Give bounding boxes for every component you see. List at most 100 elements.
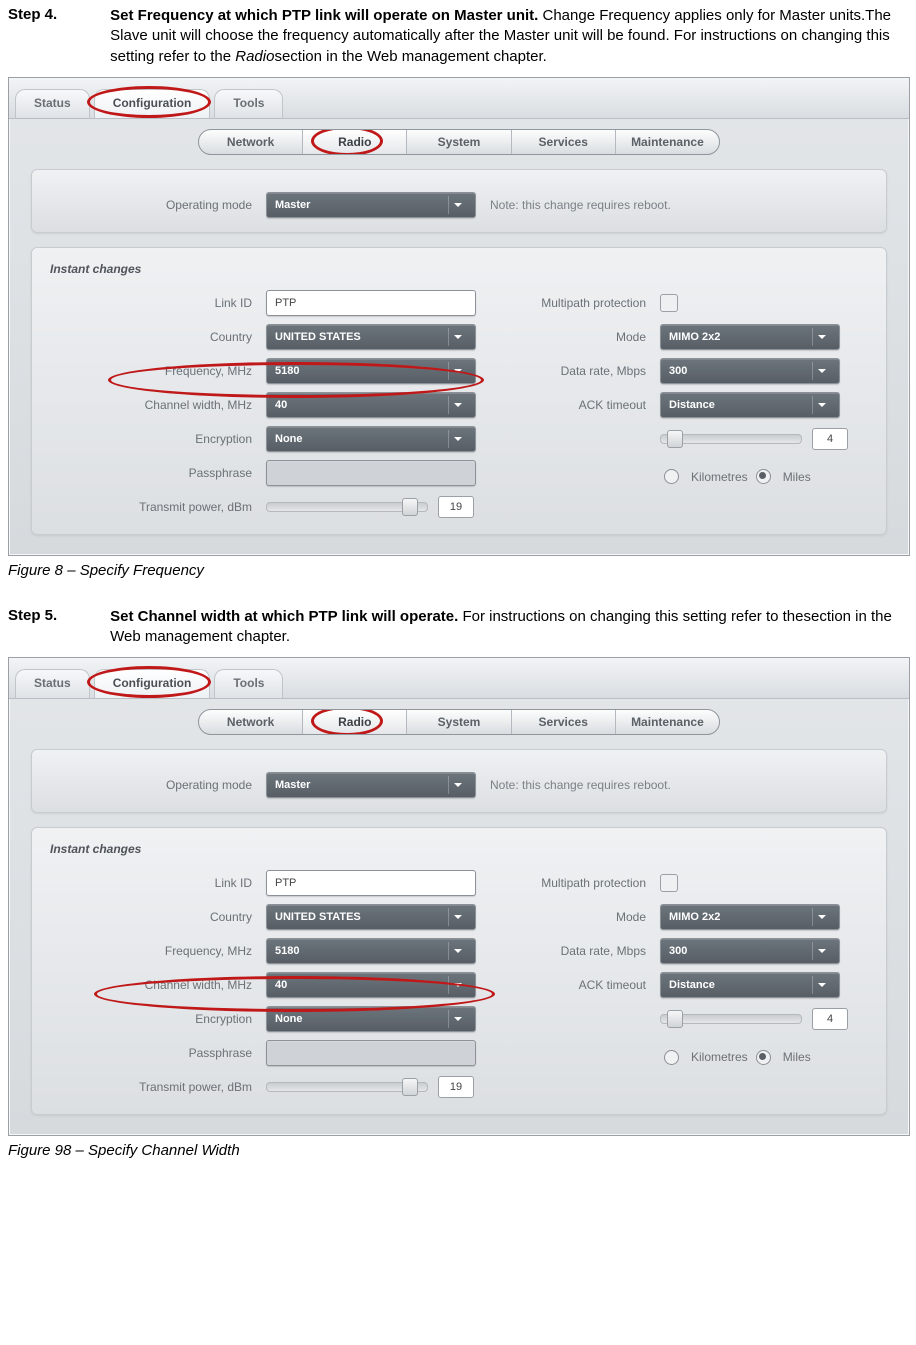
radio-kilometres[interactable] — [664, 469, 679, 484]
top-tabs: Status Configuration Tools — [9, 78, 909, 119]
subtab-radio[interactable]: Radio — [303, 130, 407, 154]
radio-miles-label: Miles — [783, 470, 811, 484]
mode-select[interactable]: MIMO 2x2 — [660, 324, 840, 350]
link-id-input[interactable]: PTP — [266, 870, 476, 896]
frequency-label: Frequency, MHz — [52, 364, 266, 378]
chevron-down-icon — [812, 976, 831, 994]
passphrase-label: Passphrase — [52, 466, 266, 480]
step4-block: Step 4. Set Frequency at which PTP link … — [8, 6, 908, 67]
passphrase-input[interactable] — [266, 460, 476, 486]
channel-width-select[interactable]: 40 — [266, 972, 476, 998]
frequency-select[interactable]: 5180 — [266, 938, 476, 964]
channel-width-select[interactable]: 40 — [266, 392, 476, 418]
country-select[interactable]: UNITED STATES — [266, 904, 476, 930]
subtab-services[interactable]: Services — [512, 710, 616, 734]
ack-value: Distance — [669, 399, 715, 411]
encryption-select[interactable]: None — [266, 1006, 476, 1032]
step4-body: Set Frequency at which PTP link will ope… — [110, 6, 900, 67]
operating-mode-value: Master — [275, 199, 310, 211]
distance-value[interactable]: 4 — [812, 428, 848, 450]
figure1-caption: Figure 8 – Specify Frequency — [8, 562, 908, 579]
radio-miles-label: Miles — [783, 1050, 811, 1064]
radio-km-label: Kilometres — [691, 1050, 748, 1064]
slider-thumb[interactable] — [402, 1078, 418, 1096]
operating-mode-panel: Operating mode Master Note: this change … — [31, 169, 887, 233]
tab-tools[interactable]: Tools — [214, 89, 283, 118]
radio-miles[interactable] — [756, 469, 771, 484]
multipath-checkbox[interactable] — [660, 294, 678, 312]
country-value: UNITED STATES — [275, 331, 361, 343]
tab-status[interactable]: Status — [15, 669, 90, 698]
top-tabs: Status Configuration Tools — [9, 658, 909, 699]
data-rate-select[interactable]: 300 — [660, 938, 840, 964]
ack-select[interactable]: Distance — [660, 392, 840, 418]
country-select[interactable]: UNITED STATES — [266, 324, 476, 350]
subtab-maintenance[interactable]: Maintenance — [616, 710, 719, 734]
tab-tools[interactable]: Tools — [214, 669, 283, 698]
step4-italic: Radio — [235, 48, 274, 65]
operating-mode-value: Master — [275, 779, 310, 791]
passphrase-label: Passphrase — [52, 1046, 266, 1060]
slider-thumb[interactable] — [402, 498, 418, 516]
instant-changes-panel: Instant changes Link ID PTP Country UNIT… — [31, 247, 887, 535]
mode-value: MIMO 2x2 — [669, 331, 720, 343]
tab-status[interactable]: Status — [15, 89, 90, 118]
tx-power-slider[interactable] — [266, 1082, 428, 1092]
tab-configuration[interactable]: Configuration — [94, 669, 211, 698]
subtab-network[interactable]: Network — [199, 130, 303, 154]
instant-changes-title: Instant changes — [50, 262, 866, 276]
sub-tab-bar: Network Radio System Services Maintenanc… — [198, 709, 720, 735]
channel-width-label: Channel width, MHz — [52, 398, 266, 412]
link-id-input[interactable]: PTP — [266, 290, 476, 316]
distance-unit-radios: Kilometres Miles — [664, 469, 811, 484]
tx-power-value[interactable]: 19 — [438, 496, 474, 518]
operating-mode-select[interactable]: Master — [266, 772, 476, 798]
encryption-value: None — [275, 1013, 303, 1025]
data-rate-label: Data rate, Mbps — [476, 944, 660, 958]
tx-power-label: Transmit power, dBm — [52, 1080, 266, 1094]
ack-select[interactable]: Distance — [660, 972, 840, 998]
slider-thumb[interactable] — [667, 1010, 683, 1028]
instant-changes-title: Instant changes — [50, 842, 866, 856]
ack-value: Distance — [669, 979, 715, 991]
tx-power-label: Transmit power, dBm — [52, 500, 266, 514]
ack-label: ACK timeout — [476, 398, 660, 412]
chevron-down-icon — [448, 1010, 467, 1028]
tab-configuration-label: Configuration — [113, 96, 192, 110]
slider-thumb[interactable] — [667, 430, 683, 448]
data-rate-select[interactable]: 300 — [660, 358, 840, 384]
tab-configuration-label: Configuration — [113, 676, 192, 690]
chevron-down-icon — [448, 196, 467, 214]
subtab-services[interactable]: Services — [512, 130, 616, 154]
distance-value[interactable]: 4 — [812, 1008, 848, 1030]
mode-select[interactable]: MIMO 2x2 — [660, 904, 840, 930]
tx-power-slider[interactable] — [266, 502, 428, 512]
encryption-label: Encryption — [52, 1012, 266, 1026]
multipath-label: Multipath protection — [476, 296, 660, 310]
tab-configuration[interactable]: Configuration — [94, 89, 211, 118]
subtab-radio[interactable]: Radio — [303, 710, 407, 734]
operating-mode-note: Note: this change requires reboot. — [490, 198, 671, 212]
radio-miles[interactable] — [756, 1050, 771, 1065]
frequency-select[interactable]: 5180 — [266, 358, 476, 384]
step5-block: Step 5. Set Channel width at which PTP l… — [8, 607, 908, 648]
subtab-system[interactable]: System — [407, 130, 511, 154]
country-value: UNITED STATES — [275, 911, 361, 923]
distance-slider[interactable] — [660, 434, 802, 444]
link-id-label: Link ID — [52, 296, 266, 310]
subtab-system[interactable]: System — [407, 710, 511, 734]
passphrase-input[interactable] — [266, 1040, 476, 1066]
operating-mode-select[interactable]: Master — [266, 192, 476, 218]
left-column: Link ID PTP Country UNITED STATES Freque… — [52, 286, 476, 524]
screenshot-channel-width: Status Configuration Tools Network Radio… — [8, 657, 910, 1136]
chevron-down-icon — [812, 908, 831, 926]
encryption-select[interactable]: None — [266, 426, 476, 452]
multipath-checkbox[interactable] — [660, 874, 678, 892]
subtab-network[interactable]: Network — [199, 710, 303, 734]
step4-title: Set Frequency at which PTP link will ope… — [110, 7, 538, 24]
tx-power-value[interactable]: 19 — [438, 1076, 474, 1098]
frequency-value: 5180 — [275, 945, 299, 957]
radio-kilometres[interactable] — [664, 1050, 679, 1065]
subtab-maintenance[interactable]: Maintenance — [616, 130, 719, 154]
distance-slider[interactable] — [660, 1014, 802, 1024]
